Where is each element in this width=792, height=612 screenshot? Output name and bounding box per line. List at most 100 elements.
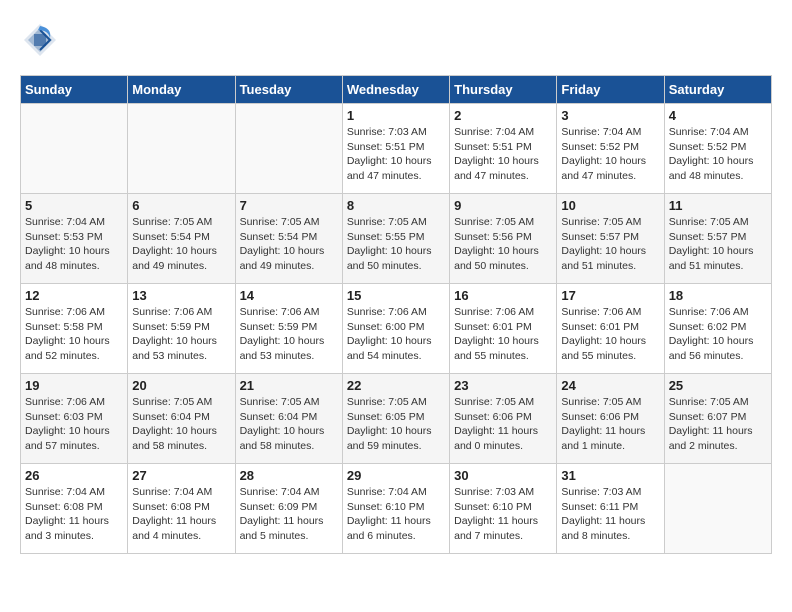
header-wednesday: Wednesday [342,76,449,104]
calendar-cell: 5 Sunrise: 7:04 AM Sunset: 5:53 PM Daylig… [21,194,128,284]
day-info: Sunrise: 7:06 AM Sunset: 6:01 PM Dayligh… [454,305,552,364]
day-number: 23 [454,378,552,393]
day-number: 2 [454,108,552,123]
calendar-cell: 9 Sunrise: 7:05 AM Sunset: 5:56 PM Daylig… [450,194,557,284]
day-number: 22 [347,378,445,393]
logo [20,20,64,65]
day-number: 10 [561,198,659,213]
day-number: 31 [561,468,659,483]
calendar-cell: 25 Sunrise: 7:05 AM Sunset: 6:07 PM Dayli… [664,374,771,464]
day-number: 15 [347,288,445,303]
calendar-cell: 3 Sunrise: 7:04 AM Sunset: 5:52 PM Daylig… [557,104,664,194]
calendar-table: SundayMondayTuesdayWednesdayThursdayFrid… [20,75,772,554]
day-info: Sunrise: 7:06 AM Sunset: 6:00 PM Dayligh… [347,305,445,364]
calendar-cell: 1Sunrise: 7:03 AM Sunset: 5:51 PM Daylig… [342,104,449,194]
week-row-2: 12 Sunrise: 7:06 AM Sunset: 5:58 PM Dayli… [21,284,772,374]
day-info: Sunrise: 7:04 AM Sunset: 6:09 PM Dayligh… [240,485,338,544]
day-number: 12 [25,288,123,303]
calendar-cell [21,104,128,194]
day-info: Sunrise: 7:03 AM Sunset: 5:51 PM Dayligh… [347,125,445,184]
day-info: Sunrise: 7:05 AM Sunset: 5:57 PM Dayligh… [669,215,767,274]
day-number: 9 [454,198,552,213]
calendar-cell: 26 Sunrise: 7:04 AM Sunset: 6:08 PM Dayli… [21,464,128,554]
header-friday: Friday [557,76,664,104]
day-number: 3 [561,108,659,123]
day-info: Sunrise: 7:04 AM Sunset: 5:53 PM Dayligh… [25,215,123,274]
day-number: 30 [454,468,552,483]
day-info: Sunrise: 7:05 AM Sunset: 6:06 PM Dayligh… [561,395,659,454]
calendar-cell: 2 Sunrise: 7:04 AM Sunset: 5:51 PM Daylig… [450,104,557,194]
day-info: Sunrise: 7:04 AM Sunset: 6:10 PM Dayligh… [347,485,445,544]
day-info: Sunrise: 7:05 AM Sunset: 6:07 PM Dayligh… [669,395,767,454]
header-saturday: Saturday [664,76,771,104]
calendar-cell: 29Sunrise: 7:04 AM Sunset: 6:10 PM Dayli… [342,464,449,554]
calendar-cell [664,464,771,554]
day-info: Sunrise: 7:04 AM Sunset: 6:08 PM Dayligh… [25,485,123,544]
day-number: 18 [669,288,767,303]
day-number: 4 [669,108,767,123]
week-row-1: 5 Sunrise: 7:04 AM Sunset: 5:53 PM Daylig… [21,194,772,284]
day-info: Sunrise: 7:03 AM Sunset: 6:10 PM Dayligh… [454,485,552,544]
week-row-3: 19 Sunrise: 7:06 AM Sunset: 6:03 PM Dayli… [21,374,772,464]
day-info: Sunrise: 7:05 AM Sunset: 5:55 PM Dayligh… [347,215,445,274]
calendar-cell: 22Sunrise: 7:05 AM Sunset: 6:05 PM Dayli… [342,374,449,464]
calendar-cell: 30 Sunrise: 7:03 AM Sunset: 6:10 PM Dayli… [450,464,557,554]
calendar-cell: 13 Sunrise: 7:06 AM Sunset: 5:59 PM Dayli… [128,284,235,374]
day-number: 16 [454,288,552,303]
day-info: Sunrise: 7:05 AM Sunset: 5:56 PM Dayligh… [454,215,552,274]
calendar-cell: 14 Sunrise: 7:06 AM Sunset: 5:59 PM Dayli… [235,284,342,374]
day-number: 28 [240,468,338,483]
calendar-cell: 18 Sunrise: 7:06 AM Sunset: 6:02 PM Dayli… [664,284,771,374]
calendar-cell: 23 Sunrise: 7:05 AM Sunset: 6:06 PM Dayli… [450,374,557,464]
week-row-4: 26 Sunrise: 7:04 AM Sunset: 6:08 PM Dayli… [21,464,772,554]
header-monday: Monday [128,76,235,104]
day-info: Sunrise: 7:04 AM Sunset: 5:52 PM Dayligh… [669,125,767,184]
day-info: Sunrise: 7:06 AM Sunset: 6:02 PM Dayligh… [669,305,767,364]
calendar-cell: 27Sunrise: 7:04 AM Sunset: 6:08 PM Dayli… [128,464,235,554]
calendar-cell [128,104,235,194]
day-info: Sunrise: 7:06 AM Sunset: 6:01 PM Dayligh… [561,305,659,364]
day-info: Sunrise: 7:03 AM Sunset: 6:11 PM Dayligh… [561,485,659,544]
day-info: Sunrise: 7:06 AM Sunset: 5:59 PM Dayligh… [132,305,230,364]
day-info: Sunrise: 7:05 AM Sunset: 5:54 PM Dayligh… [132,215,230,274]
week-row-0: 1Sunrise: 7:03 AM Sunset: 5:51 PM Daylig… [21,104,772,194]
calendar-cell: 20 Sunrise: 7:05 AM Sunset: 6:04 PM Dayli… [128,374,235,464]
calendar-cell: 12 Sunrise: 7:06 AM Sunset: 5:58 PM Dayli… [21,284,128,374]
day-number: 8 [347,198,445,213]
calendar-cell: 11 Sunrise: 7:05 AM Sunset: 5:57 PM Dayli… [664,194,771,284]
calendar-cell: 7Sunrise: 7:05 AM Sunset: 5:54 PM Daylig… [235,194,342,284]
day-number: 5 [25,198,123,213]
day-info: Sunrise: 7:04 AM Sunset: 6:08 PM Dayligh… [132,485,230,544]
calendar-cell: 16 Sunrise: 7:06 AM Sunset: 6:01 PM Dayli… [450,284,557,374]
calendar-body: 1Sunrise: 7:03 AM Sunset: 5:51 PM Daylig… [21,104,772,554]
calendar-cell: 21Sunrise: 7:05 AM Sunset: 6:04 PM Dayli… [235,374,342,464]
day-number: 14 [240,288,338,303]
day-number: 19 [25,378,123,393]
calendar-cell: 17 Sunrise: 7:06 AM Sunset: 6:01 PM Dayli… [557,284,664,374]
day-info: Sunrise: 7:05 AM Sunset: 6:04 PM Dayligh… [132,395,230,454]
day-info: Sunrise: 7:04 AM Sunset: 5:52 PM Dayligh… [561,125,659,184]
day-number: 20 [132,378,230,393]
day-info: Sunrise: 7:06 AM Sunset: 5:59 PM Dayligh… [240,305,338,364]
calendar-cell: 28 Sunrise: 7:04 AM Sunset: 6:09 PM Dayli… [235,464,342,554]
day-info: Sunrise: 7:06 AM Sunset: 5:58 PM Dayligh… [25,305,123,364]
page-header [20,20,772,65]
calendar-cell: 4 Sunrise: 7:04 AM Sunset: 5:52 PM Daylig… [664,104,771,194]
day-number: 13 [132,288,230,303]
calendar-cell: 19 Sunrise: 7:06 AM Sunset: 6:03 PM Dayli… [21,374,128,464]
header-thursday: Thursday [450,76,557,104]
day-info: Sunrise: 7:06 AM Sunset: 6:03 PM Dayligh… [25,395,123,454]
day-info: Sunrise: 7:05 AM Sunset: 6:04 PM Dayligh… [240,395,338,454]
header-sunday: Sunday [21,76,128,104]
header-row: SundayMondayTuesdayWednesdayThursdayFrid… [21,76,772,104]
day-number: 11 [669,198,767,213]
day-number: 25 [669,378,767,393]
calendar-cell: 10 Sunrise: 7:05 AM Sunset: 5:57 PM Dayli… [557,194,664,284]
day-info: Sunrise: 7:04 AM Sunset: 5:51 PM Dayligh… [454,125,552,184]
day-number: 26 [25,468,123,483]
day-info: Sunrise: 7:05 AM Sunset: 5:57 PM Dayligh… [561,215,659,274]
header-tuesday: Tuesday [235,76,342,104]
day-info: Sunrise: 7:05 AM Sunset: 5:54 PM Dayligh… [240,215,338,274]
day-number: 17 [561,288,659,303]
day-info: Sunrise: 7:05 AM Sunset: 6:06 PM Dayligh… [454,395,552,454]
